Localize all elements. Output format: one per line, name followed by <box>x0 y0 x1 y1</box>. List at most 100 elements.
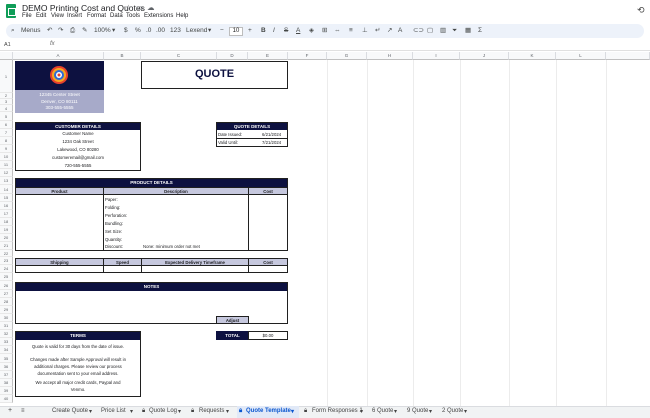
row-header[interactable]: 34 <box>0 346 13 354</box>
column-header-a[interactable]: A <box>13 52 104 60</box>
horizontal-align-icon[interactable]: ≡ <box>349 26 353 36</box>
functions-icon[interactable]: Σ <box>478 26 482 36</box>
link-icon[interactable]: ⊂⊃ <box>413 26 424 36</box>
tab-chevron-icon[interactable]: ▾ <box>394 408 397 415</box>
row-header[interactable]: 31 <box>0 322 13 330</box>
redo-icon[interactable]: ↷ <box>58 26 63 36</box>
tab-price-list[interactable]: Price List <box>101 408 126 414</box>
menu-view[interactable]: View <box>51 13 64 19</box>
filter-icon[interactable]: ⏷ <box>452 26 457 36</box>
percent-format-button[interactable]: % <box>135 26 141 36</box>
row-header[interactable]: 16 <box>0 202 13 210</box>
column-header-g[interactable]: G <box>327 52 367 60</box>
font-size-input[interactable]: 10 <box>229 27 243 36</box>
row-header[interactable]: 40 <box>0 395 13 403</box>
column-header-d[interactable]: D <box>217 52 248 60</box>
tab-requests[interactable]: Requests <box>199 408 224 414</box>
row-header[interactable]: 23 <box>0 257 13 265</box>
tab-9-quote[interactable]: 9 Quote <box>407 408 428 414</box>
font-size-increase[interactable]: + <box>248 26 252 36</box>
italic-icon[interactable]: I <box>273 26 275 36</box>
name-box[interactable]: A1 <box>4 42 11 48</box>
row-header[interactable]: 7 <box>0 129 13 137</box>
tab-chevron-icon[interactable]: ▾ <box>178 408 181 415</box>
tab-quote-log[interactable]: Quote Log <box>149 408 177 414</box>
text-color-icon[interactable]: A <box>296 26 300 36</box>
row-header[interactable]: 14 <box>0 185 13 194</box>
menu-edit[interactable]: Edit <box>36 13 46 19</box>
tab-chevron-icon[interactable]: ▾ <box>360 408 363 415</box>
currency-format-button[interactable]: $ <box>124 26 128 36</box>
row-header[interactable]: 27 <box>0 290 13 298</box>
menu-extensions[interactable]: Extensions <box>144 13 173 19</box>
font-size-decrease[interactable]: − <box>220 26 224 36</box>
row-header[interactable]: 4 <box>0 105 13 112</box>
row-header[interactable]: 26 <box>0 281 13 290</box>
decrease-decimal-button[interactable]: .0 <box>146 26 151 36</box>
vertical-align-icon[interactable]: ⊥ <box>362 26 368 36</box>
merge-cells-icon[interactable]: ⇔ <box>334 26 341 36</box>
column-header-f[interactable]: F <box>288 52 327 60</box>
menu-data[interactable]: Data <box>110 13 123 19</box>
tab-chevron-icon[interactable]: ▾ <box>130 408 133 415</box>
font-chevron-icon[interactable]: ▾ <box>208 26 211 36</box>
row-header[interactable]: 5 <box>0 112 13 121</box>
row-header[interactable]: 36 <box>0 363 13 371</box>
comment-icon[interactable]: ▢ <box>427 26 433 36</box>
column-header-j[interactable]: J <box>460 52 509 60</box>
number-format-button[interactable]: 123 <box>170 26 181 36</box>
row-header[interactable]: 11 <box>0 161 13 169</box>
row-header[interactable]: 30 <box>0 314 13 322</box>
tab-create-quote[interactable]: Create Quote <box>52 408 88 414</box>
row-header[interactable]: 29 <box>0 306 13 314</box>
menu-file[interactable]: File <box>22 13 32 19</box>
tab-2-quote[interactable]: 2 Quote <box>442 408 463 414</box>
tab-chevron-icon[interactable]: ▾ <box>429 408 432 415</box>
row-header[interactable]: 32 <box>0 330 13 338</box>
history-icon[interactable]: ⟲ <box>637 5 645 16</box>
tab-chevron-icon[interactable]: ▾ <box>226 408 229 415</box>
menu-help[interactable]: Help <box>176 13 188 19</box>
column-header-m[interactable] <box>606 52 650 60</box>
column-header-k[interactable]: K <box>509 52 556 60</box>
add-sheet-button[interactable]: + <box>8 407 12 414</box>
row-header[interactable]: 18 <box>0 218 13 226</box>
row-header[interactable]: 21 <box>0 242 13 250</box>
print-icon[interactable]: ⎙ <box>70 26 75 36</box>
column-header-l[interactable]: L <box>556 52 606 60</box>
row-header[interactable]: 37 <box>0 371 13 379</box>
tab-chevron-icon[interactable]: ▾ <box>291 408 294 415</box>
undo-icon[interactable]: ↶ <box>47 26 52 36</box>
star-icon[interactable]: ☆ <box>125 3 132 12</box>
tab-quote-template[interactable]: Quote Template <box>246 408 291 414</box>
row-header[interactable]: 10 <box>0 153 13 161</box>
row-header[interactable]: 19 <box>0 226 13 234</box>
select-all-corner[interactable] <box>0 52 13 60</box>
filter-views-icon[interactable]: ▦ <box>465 26 471 36</box>
row-header[interactable]: 38 <box>0 379 13 387</box>
folder-icon[interactable]: ▭ <box>136 3 143 12</box>
row-header[interactable]: 6 <box>0 121 13 129</box>
tab-6-quote[interactable]: 6 Quote <box>372 408 393 414</box>
bold-icon[interactable]: B <box>261 26 266 36</box>
all-sheets-button[interactable]: ≡ <box>21 408 25 414</box>
tab-form-responses-1[interactable]: Form Responses 1 <box>312 408 363 414</box>
search-icon[interactable]: ⌕ <box>11 26 15 36</box>
row-header[interactable]: 28 <box>0 298 13 306</box>
paint-format-icon[interactable]: ✎ <box>82 26 87 36</box>
borders-icon[interactable]: ⊞ <box>322 26 327 36</box>
increase-decimal-button[interactable]: .00 <box>156 26 165 36</box>
column-header-c[interactable]: C <box>141 52 217 60</box>
row-header[interactable]: 33 <box>0 338 13 346</box>
row-header[interactable]: 25 <box>0 273 13 281</box>
row-header[interactable]: 12 <box>0 169 13 177</box>
menu-format[interactable]: Format <box>87 13 106 19</box>
row-header[interactable]: 35 <box>0 354 13 363</box>
zoom-select[interactable]: 100% <box>94 26 111 36</box>
row-header[interactable]: 39 <box>0 387 13 395</box>
menus-search[interactable]: Menus <box>21 26 41 36</box>
column-header-b[interactable]: B <box>104 52 141 60</box>
column-header-h[interactable]: H <box>367 52 413 60</box>
row-header[interactable]: 1 <box>0 60 13 93</box>
column-header-i[interactable]: I <box>413 52 460 60</box>
